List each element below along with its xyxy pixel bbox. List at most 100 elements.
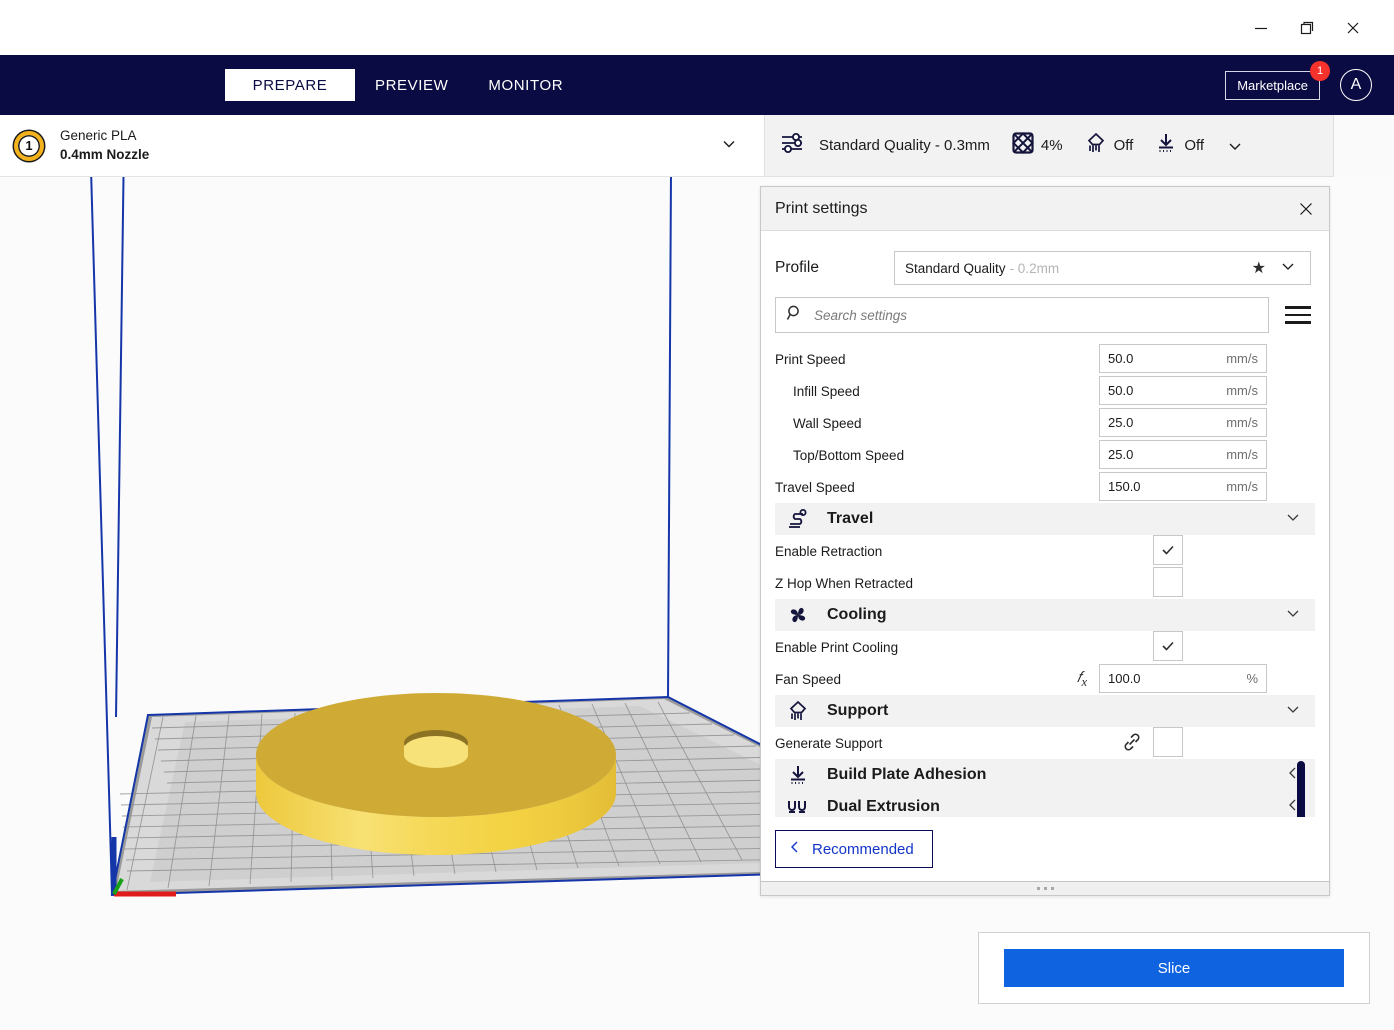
close-icon[interactable] bbox=[1295, 198, 1317, 220]
setting-value-field[interactable]: 50.0 mm/s bbox=[1099, 376, 1267, 405]
setting-checkbox[interactable] bbox=[1153, 535, 1183, 565]
tab-prepare[interactable]: PREPARE bbox=[225, 69, 355, 101]
setting-row-z-hop-when-retracted[interactable]: Z Hop When Retracted bbox=[775, 567, 1315, 599]
stage-tabs: PREPARE PREVIEW MONITOR bbox=[225, 55, 583, 115]
travel-icon bbox=[787, 508, 809, 530]
setting-label: Z Hop When Retracted bbox=[775, 575, 914, 591]
setting-unit: mm/s bbox=[1226, 447, 1258, 462]
setting-value-field[interactable]: 150.0 mm/s bbox=[1099, 472, 1267, 501]
avatar-initial: A bbox=[1350, 76, 1362, 93]
setting-row-top-bottom-speed[interactable]: Top/Bottom Speed 25.0 mm/s bbox=[775, 439, 1315, 471]
print-setup-chevron-down-icon[interactable] bbox=[1226, 137, 1244, 155]
window-minimize-icon[interactable] bbox=[1238, 11, 1284, 45]
support-icon bbox=[1085, 132, 1107, 159]
setting-checkbox[interactable] bbox=[1153, 567, 1183, 597]
window-titlebar bbox=[0, 0, 1394, 55]
print-setup-profile-label: Standard Quality - 0.3mm bbox=[819, 137, 990, 154]
setting-value-field[interactable]: 25.0 mm/s bbox=[1099, 440, 1267, 469]
chevron-down-icon[interactable] bbox=[1280, 258, 1296, 279]
chevron-down-icon[interactable] bbox=[720, 134, 738, 157]
setting-value-field[interactable]: 50.0 mm/s bbox=[1099, 344, 1267, 373]
formula-fx-icon[interactable]: 𝑓x bbox=[1077, 669, 1087, 690]
marketplace-button[interactable]: Marketplace bbox=[1225, 70, 1320, 100]
category-title: Dual Extrusion bbox=[827, 798, 940, 815]
action-panel: Slice bbox=[978, 932, 1370, 1004]
search-input[interactable] bbox=[814, 307, 1258, 323]
category-title: Cooling bbox=[827, 606, 887, 623]
setting-checkbox[interactable] bbox=[1153, 727, 1183, 757]
account-avatar[interactable]: A bbox=[1340, 69, 1372, 101]
window-close-icon[interactable] bbox=[1330, 11, 1376, 45]
infill-icon bbox=[1011, 132, 1034, 159]
settings-visibility-menu-icon[interactable] bbox=[1285, 306, 1311, 324]
setting-row-travel-speed[interactable]: Travel Speed 150.0 mm/s bbox=[775, 471, 1315, 503]
dual-extrusion-icon bbox=[787, 796, 809, 817]
profile-row: Profile Standard Quality - 0.2mm ★ bbox=[761, 231, 1329, 297]
print-settings-header: Print settings bbox=[761, 187, 1329, 231]
material-selector[interactable]: 1 Generic PLA 0.4mm Nozzle bbox=[0, 115, 764, 177]
setting-row-infill-speed[interactable]: Infill Speed 50.0 mm/s bbox=[775, 375, 1315, 407]
setting-row-fan-speed[interactable]: Fan Speed 𝑓x 100.0 % bbox=[775, 663, 1315, 695]
machine-config-bar: 1 Generic PLA 0.4mm Nozzle Standard Qual… bbox=[0, 115, 1394, 177]
check-icon bbox=[1162, 641, 1174, 651]
setting-row-generate-support[interactable]: Generate Support bbox=[775, 727, 1315, 759]
setting-value: 25.0 bbox=[1108, 415, 1134, 430]
category-dual-extrusion[interactable]: Dual Extrusion bbox=[775, 791, 1315, 817]
marketplace-badge: 1 bbox=[1310, 60, 1330, 81]
recommended-mode-button[interactable]: Recommended bbox=[775, 830, 933, 868]
category-cooling[interactable]: Cooling bbox=[775, 599, 1315, 631]
window-maximize-icon[interactable] bbox=[1284, 11, 1330, 45]
setting-value: 25.0 bbox=[1108, 447, 1134, 462]
tab-preview[interactable]: PREVIEW bbox=[355, 70, 468, 100]
recommended-label: Recommended bbox=[812, 840, 914, 858]
setting-value: 50.0 bbox=[1108, 383, 1134, 398]
setting-row-print-speed[interactable]: Print Speed 50.0 mm/s bbox=[775, 343, 1315, 375]
chevron-down-icon[interactable] bbox=[1285, 701, 1301, 722]
setting-unit: mm/s bbox=[1226, 351, 1258, 366]
tab-preview-label: PREVIEW bbox=[375, 76, 449, 94]
category-title: Travel bbox=[827, 510, 874, 527]
material-name: Generic PLA bbox=[60, 128, 137, 144]
setting-value: 100.0 bbox=[1108, 671, 1141, 686]
setting-row-wall-speed[interactable]: Wall Speed 25.0 mm/s bbox=[775, 407, 1315, 439]
tab-prepare-label: PREPARE bbox=[252, 76, 328, 94]
marketplace-badge-count: 1 bbox=[1316, 64, 1324, 77]
infill-value: 4% bbox=[1040, 137, 1063, 154]
slice-button[interactable]: Slice bbox=[1004, 949, 1344, 987]
print-setup-selector[interactable]: Standard Quality - 0.3mm 4% Off Off bbox=[764, 115, 1334, 177]
tab-monitor[interactable]: MONITOR bbox=[468, 70, 583, 100]
profile-name: Standard Quality bbox=[905, 260, 1006, 276]
setting-value-field[interactable]: 100.0 % bbox=[1099, 664, 1267, 693]
setting-row-enable-retraction[interactable]: Enable Retraction bbox=[775, 535, 1315, 567]
adhesion-value: Off bbox=[1184, 137, 1205, 154]
slice-label: Slice bbox=[1157, 959, 1191, 977]
tab-monitor-label: MONITOR bbox=[488, 76, 564, 94]
link-icon[interactable] bbox=[1121, 731, 1143, 758]
panel-resize-handle[interactable] bbox=[761, 881, 1329, 895]
setting-checkbox[interactable] bbox=[1153, 631, 1183, 661]
chevron-down-icon[interactable] bbox=[1285, 605, 1301, 626]
search-row bbox=[761, 297, 1329, 343]
search-icon bbox=[786, 304, 804, 327]
adhesion-icon bbox=[1155, 132, 1177, 159]
settings-scrollbar[interactable] bbox=[1297, 761, 1305, 817]
setting-unit: mm/s bbox=[1226, 383, 1258, 398]
setting-row-enable-print-cooling[interactable]: Enable Print Cooling bbox=[775, 631, 1315, 663]
profile-dropdown[interactable]: Standard Quality - 0.2mm ★ bbox=[894, 251, 1311, 285]
setting-unit: % bbox=[1246, 671, 1258, 686]
marketplace-label: Marketplace bbox=[1237, 77, 1308, 93]
chevron-down-icon[interactable] bbox=[1285, 509, 1301, 530]
category-build-plate-adhesion[interactable]: Build Plate Adhesion bbox=[775, 759, 1315, 791]
check-icon bbox=[1162, 545, 1174, 555]
category-travel[interactable]: Travel bbox=[775, 503, 1315, 535]
washer-disc-model bbox=[256, 693, 616, 855]
material-text: Generic PLA 0.4mm Nozzle bbox=[60, 127, 149, 163]
category-support[interactable]: Support bbox=[775, 695, 1315, 727]
favorite-star-icon[interactable]: ★ bbox=[1252, 258, 1266, 278]
setting-value-field[interactable]: 25.0 mm/s bbox=[1099, 408, 1267, 437]
search-settings-box[interactable] bbox=[775, 297, 1269, 333]
nav-right-group: Marketplace 1 A bbox=[1225, 55, 1372, 115]
infill-stat: 4% bbox=[1011, 132, 1063, 159]
cura-application-window: PREPARE PREVIEW MONITOR Marketplace 1 A bbox=[0, 0, 1394, 1030]
support-icon bbox=[787, 700, 809, 722]
